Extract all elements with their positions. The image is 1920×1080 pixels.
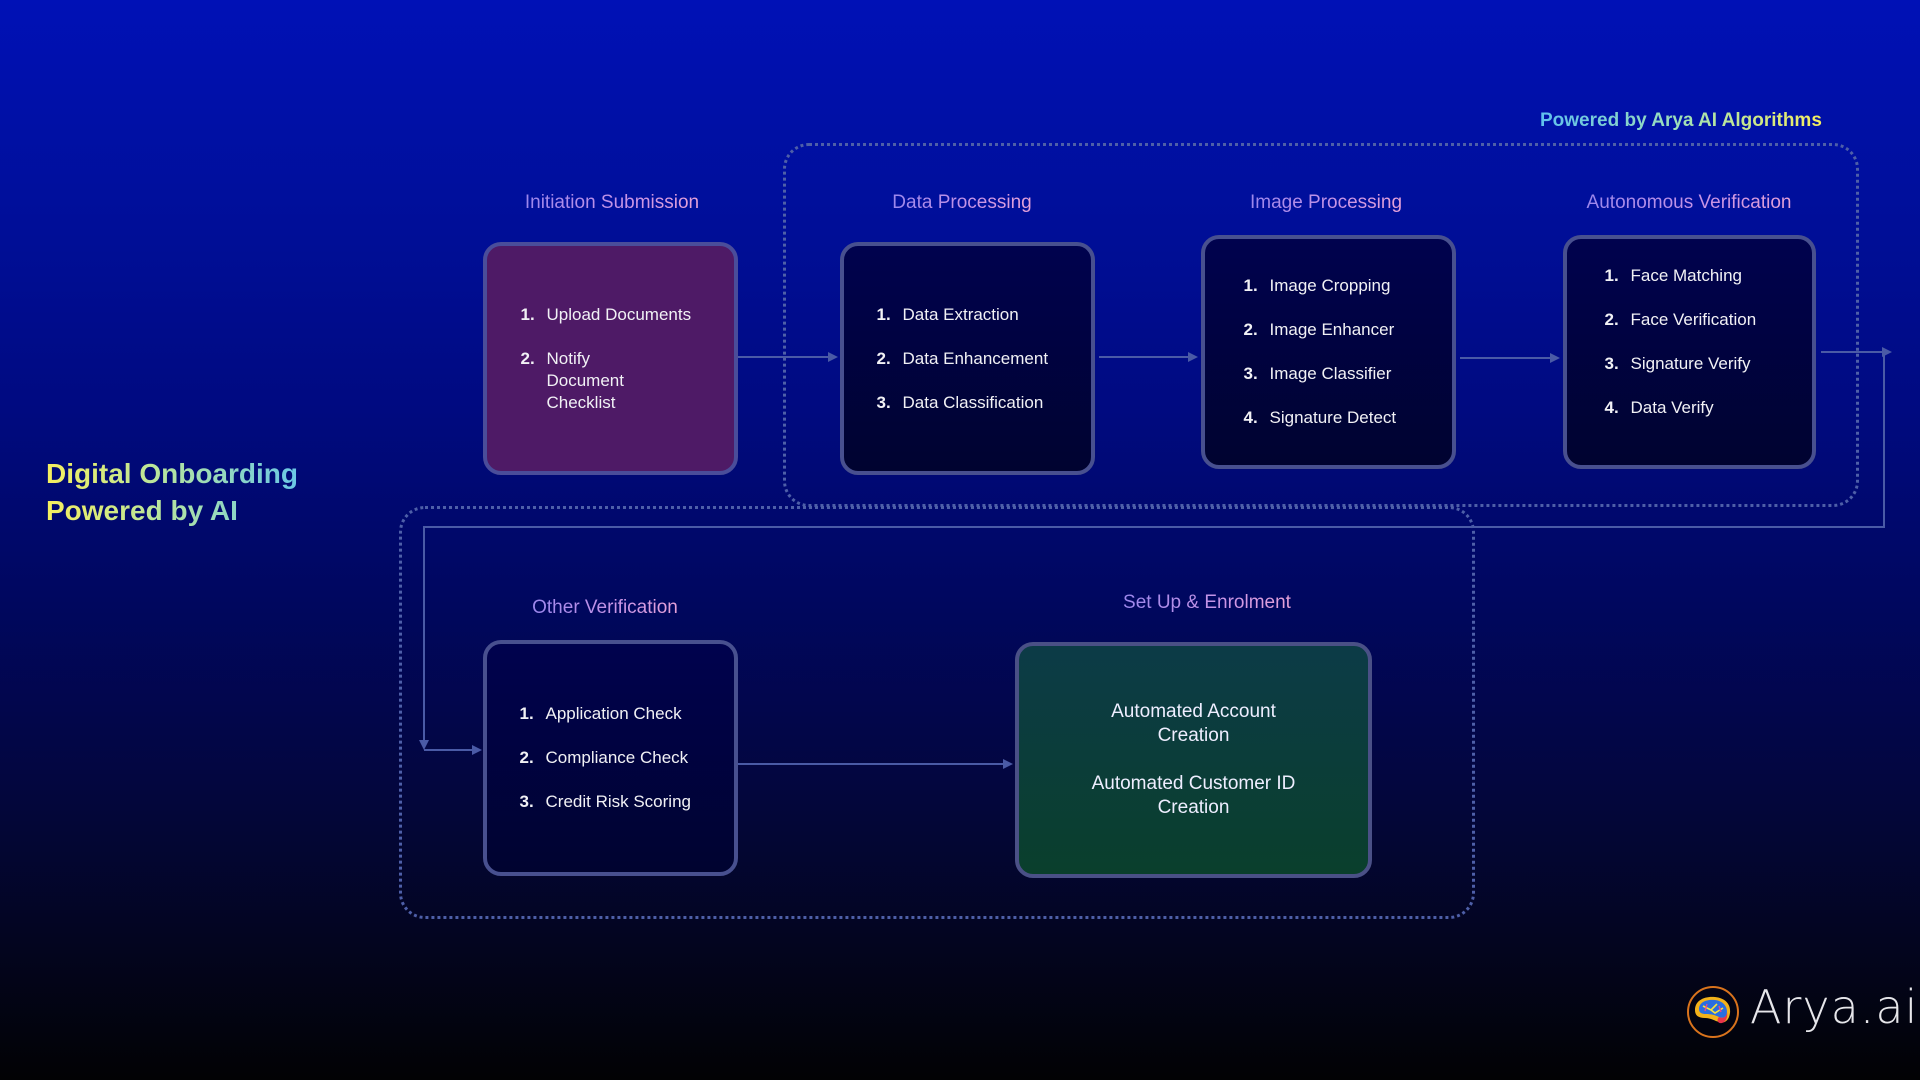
stage-label-setup-enrolment: Set Up & Enrolment: [1123, 592, 1291, 613]
stage-label-image-processing: Image Processing: [1249, 192, 1403, 213]
stage-label-other-verification: Other Verification: [532, 597, 678, 618]
list-item: 4. Data Verify: [1604, 398, 1714, 417]
list-item: 3. Image Classifier: [1243, 364, 1392, 383]
list-item: 3. Credit Risk Scoring: [519, 792, 692, 811]
list-item: 2. Notify Document Checklist: [520, 348, 624, 412]
brand-logo: [1685, 984, 1741, 1040]
list-item: 3. Signature Verify: [1604, 354, 1751, 373]
list-item: 2. Image Enhancer: [1243, 320, 1395, 339]
list-item: 1. Face Matching: [1604, 266, 1743, 285]
stage-items: 1. Data Extraction 2. Data Enhancement 3. D…: [877, 304, 1059, 414]
list-item: 3. Data Classification: [876, 392, 1044, 412]
stage-items: 1. Face Matching 2. Face Verification 3. Si…: [1605, 265, 1775, 419]
stage-card-image-processing: 1. Image Cropping 2. Image Enhancer 3. Imag…: [1201, 235, 1456, 469]
stage-card-setup-enrolment: Automated Account Creation Automated Cus…: [1015, 642, 1372, 878]
list-item: 1. Upload Documents: [520, 304, 692, 324]
stage-card-autonomous-verification: 1. Face Matching 2. Face Verification 3. Si…: [1563, 235, 1816, 469]
output-customer-id-creation: Automated Customer ID Creation: [1091, 773, 1296, 818]
list-item: 1. Data Extraction: [876, 304, 1019, 324]
stage-items: 1. Application Check 2. Compliance Check 3…: [520, 703, 702, 813]
stage-items: 1. Image Cropping 2. Image Enhancer 3. Imag…: [1244, 275, 1414, 429]
brain-logo-icon: [1687, 986, 1739, 1038]
stage-card-other-verification: 1. Application Check 2. Compliance Check 3…: [483, 640, 738, 876]
list-item: 4. Signature Detect: [1243, 408, 1397, 427]
flow-connectors: [419, 347, 1892, 769]
list-item: 1. Application Check: [519, 704, 682, 723]
stage-label-data-processing: Data Processing: [892, 192, 1032, 213]
list-item: 2. Compliance Check: [519, 748, 689, 767]
brand-wordmark: Arya.ai: [1750, 980, 1919, 1034]
list-item: 2. Face Verification: [1604, 310, 1757, 329]
enrolment-outputs: Automated Account Creation Automated Cus…: [1079, 700, 1309, 820]
stage-label-autonomous-verification: Autonomous Verification: [1586, 192, 1792, 213]
stage-card-initiation: 1. Upload Documents 2. Notify Document Che…: [483, 242, 738, 475]
list-item: 2. Data Enhancement: [876, 348, 1049, 368]
stage-items: 1. Upload Documents 2. Notify Document Che…: [521, 304, 701, 414]
list-item: 1. Image Cropping: [1243, 276, 1391, 295]
stage-label-initiation: Initiation Submission: [524, 192, 700, 213]
stage-card-data-processing: 1. Data Extraction 2. Data Enhancement 3. D…: [840, 242, 1095, 475]
output-account-creation: Automated Account Creation: [1111, 701, 1276, 746]
